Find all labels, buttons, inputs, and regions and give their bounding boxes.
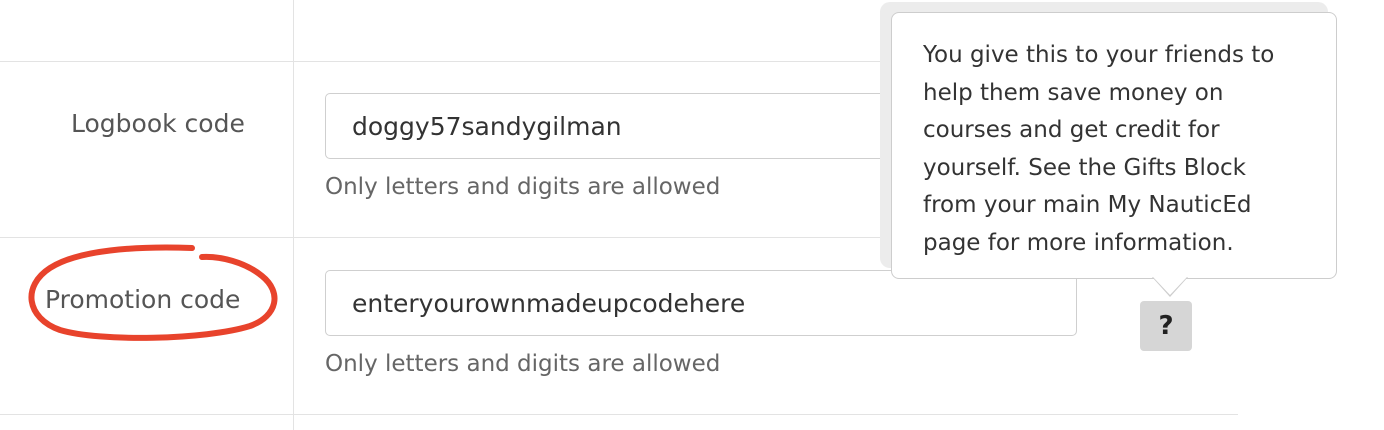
logbook-code-hint: Only letters and digits are allowed	[325, 174, 721, 200]
question-mark-icon: ?	[1158, 311, 1174, 341]
column-divider	[293, 0, 294, 430]
help-button[interactable]: ?	[1140, 301, 1192, 351]
tooltip-line: from your main My NauticEd	[923, 192, 1252, 218]
tooltip-line: You give this to your friends to	[923, 42, 1275, 68]
tooltip-line: page for more information.	[923, 229, 1234, 256]
row-divider	[0, 414, 1238, 415]
tooltip-line: help them save money on	[923, 79, 1224, 106]
help-tooltip: You give this to your friends to help th…	[891, 12, 1337, 279]
tooltip-line: courses and get credit for	[923, 117, 1220, 143]
promotion-code-label: Promotion code	[45, 285, 241, 314]
tooltip-text: You give this to your friends to help th…	[923, 37, 1316, 262]
tooltip-arrow	[1153, 277, 1187, 295]
logbook-code-label: Logbook code	[71, 109, 245, 138]
promotion-code-input[interactable]	[325, 270, 1077, 336]
tooltip-line: yourself. See the Gifts Block	[923, 154, 1246, 181]
promotion-code-hint: Only letters and digits are allowed	[325, 351, 721, 377]
